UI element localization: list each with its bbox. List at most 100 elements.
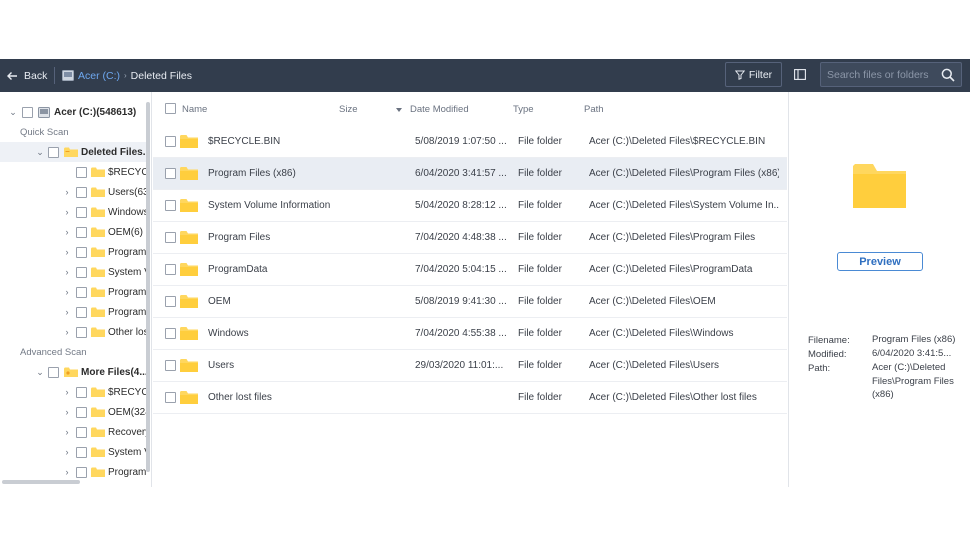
tree-item[interactable]: $RECYCL... [0,162,146,182]
tree-item[interactable]: › System V... [0,262,146,282]
filename-label: Filename: [808,335,850,346]
back-label: Back [24,69,48,82]
tree-checkbox[interactable] [76,186,87,198]
filter-button[interactable]: Filter [725,62,782,87]
row-date: 5/04/2020 8:28:12 ... [415,200,507,211]
chevron-right-icon[interactable]: › [62,327,72,337]
folder-icon [180,295,198,308]
chevron-down-icon[interactable]: ⌄ [35,147,45,157]
folder-icon [91,327,105,337]
row-checkbox[interactable] [165,232,176,243]
row-name: ProgramData [208,264,268,275]
search-input[interactable] [827,67,937,83]
tree-item[interactable]: › OEM(6) [0,222,146,242]
folder-icon [64,147,78,157]
chevron-right-icon[interactable]: › [62,447,72,457]
table-row[interactable]: OEM 5/08/2019 9:41:30 ... File folder Acer … [153,286,787,318]
chevron-right-icon[interactable]: › [62,467,72,477]
tree-item[interactable]: › Program... [0,242,146,262]
tree-horizontal-scrollbar[interactable] [2,480,80,484]
row-checkbox[interactable] [165,136,176,147]
tree-checkbox[interactable] [76,466,87,478]
tree-item[interactable]: › $RECYCL... [0,382,146,402]
row-type: File folder [518,296,562,307]
tree-item[interactable]: › Windows... [0,202,146,222]
chevron-right-icon[interactable]: › [62,187,72,197]
chevron-right-icon[interactable]: › [62,247,72,257]
tree-checkbox[interactable] [76,266,87,278]
chevron-right-icon[interactable]: › [62,207,72,217]
row-checkbox[interactable] [165,264,176,275]
chevron-down-icon[interactable]: ⌄ [35,367,45,377]
preview-panel-toggle[interactable] [788,62,812,87]
tree-checkbox[interactable] [76,326,87,338]
table-row[interactable]: Program Files (x86) 6/04/2020 3:41:57 ...… [153,158,787,190]
row-checkbox[interactable] [165,360,176,371]
table-row[interactable]: Other lost files File folder Acer (C:)\Del… [153,382,787,414]
chevron-right-icon[interactable]: › [62,407,72,417]
tree-item[interactable]: › Other los... [0,322,146,342]
tree-checkbox[interactable] [76,386,87,398]
chevron-right-icon[interactable]: › [62,227,72,237]
table-row[interactable]: Windows 7/04/2020 4:55:38 ... File folder A… [153,318,787,350]
row-path: Acer (C:)\Deleted Files\System Volume In… [589,200,779,211]
search-icon[interactable] [941,68,955,82]
toolbar-divider [54,67,55,84]
tree-item[interactable]: › Program [0,462,146,482]
tree-checkbox[interactable] [76,166,87,178]
row-checkbox[interactable] [165,200,176,211]
row-checkbox[interactable] [165,168,176,179]
row-checkbox[interactable] [165,392,176,403]
table-row[interactable]: System Volume Information 5/04/2020 8:28:… [153,190,787,222]
column-name-header[interactable]: Name [182,104,207,115]
back-button[interactable]: Back [6,67,47,84]
preview-button[interactable]: Preview [837,252,923,271]
row-checkbox[interactable] [165,328,176,339]
row-name: System Volume Information [208,200,331,211]
tree-checkbox[interactable] [76,246,87,258]
tree-checkbox[interactable] [76,286,87,298]
folder-icon [180,327,198,340]
sort-down-icon[interactable] [396,108,402,112]
row-checkbox[interactable] [165,296,176,307]
folder-icon [91,167,105,177]
scrollbar-thumb[interactable] [146,102,150,472]
tree-item[interactable]: › OEM(324... [0,402,146,422]
tree-checkbox[interactable] [76,206,87,218]
chevron-right-icon[interactable]: › [62,387,72,397]
row-type: File folder [518,200,562,211]
chevron-right-icon[interactable]: › [62,287,72,297]
table-row[interactable]: Users 29/03/2020 11:01:... File folder Acer… [153,350,787,382]
column-type-header[interactable]: Type [513,104,534,115]
chevron-right-icon[interactable]: › [62,427,72,437]
column-size-header[interactable]: Size [339,104,357,115]
tree-more-files[interactable]: ⌄ More Files(4... [0,362,146,382]
tree-deleted-files[interactable]: ⌄ Deleted Files... [0,142,146,162]
tree-vertical-scrollbar[interactable] [146,102,151,472]
tree-checkbox[interactable] [48,146,59,158]
tree-checkbox[interactable] [76,446,87,458]
chevron-down-icon[interactable]: ⌄ [8,107,18,117]
tree-item[interactable]: › Program [0,302,146,322]
chevron-right-icon[interactable]: › [62,267,72,277]
tree-item[interactable]: › Users(63... [0,182,146,202]
tree-item[interactable]: › Program [0,282,146,302]
tree-checkbox[interactable] [48,366,59,378]
tree-checkbox[interactable] [76,406,87,418]
table-row[interactable]: $RECYCLE.BIN 5/08/2019 1:07:50 ... File fo… [153,126,787,158]
tree-root[interactable]: ⌄ Acer (C:)(548613) [0,102,146,122]
table-row[interactable]: Program Files 7/04/2020 4:48:38 ... File f… [153,222,787,254]
row-name: Users [208,360,235,371]
tree-item[interactable]: › Recovery... [0,422,146,442]
column-date-header[interactable]: Date Modified [410,104,469,115]
column-path-header[interactable]: Path [584,104,604,115]
table-row[interactable]: ProgramData 7/04/2020 5:04:15 ... File fol… [153,254,787,286]
tree-checkbox[interactable] [76,226,87,238]
chevron-right-icon[interactable]: › [62,307,72,317]
tree-item[interactable]: › System V... [0,442,146,462]
tree-checkbox[interactable] [22,106,33,118]
breadcrumb-drive[interactable]: Acer (C:) [62,70,120,82]
tree-checkbox[interactable] [76,306,87,318]
tree-checkbox[interactable] [76,426,87,438]
select-all-checkbox[interactable] [165,103,176,114]
